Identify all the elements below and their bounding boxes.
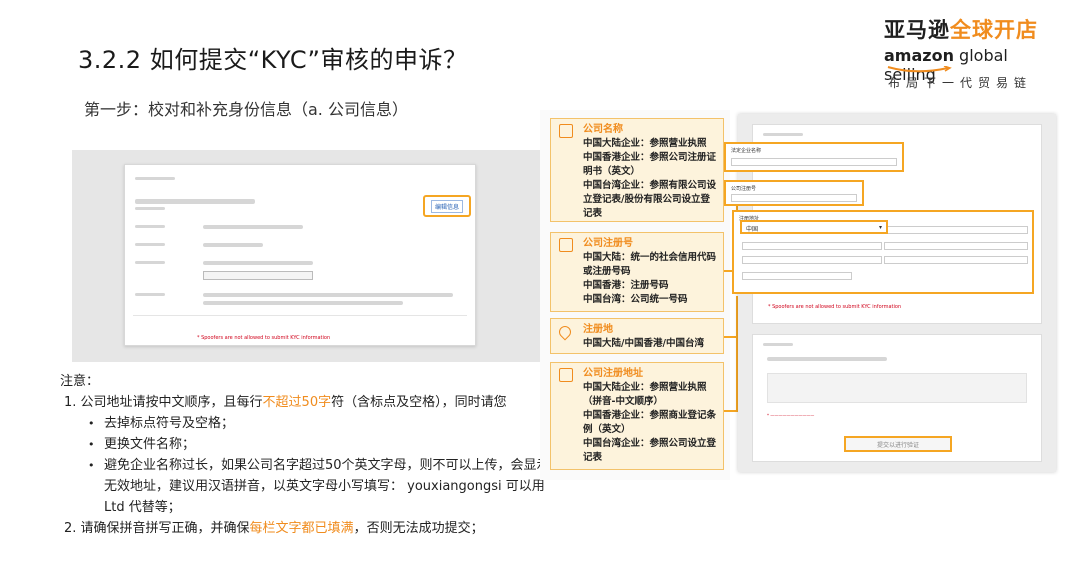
blurred-label [135,243,165,246]
note-2-prefix: 2. 请确保拼音拼写正确，并确保 [64,521,250,536]
company-name-label: 法定企业名称 [731,148,762,154]
document-icon [559,238,573,252]
logo-cn: 亚马逊全球开店 [884,14,1054,44]
note-2-highlight: 每栏文字都已填满 [249,521,354,536]
country-select-value: 中国 [746,226,759,233]
blurred-text [763,343,793,346]
callout-line: 中国香港企业：参照公司注册证明书（英文） [583,152,717,177]
blurred-text [135,177,175,180]
callout-panel: 公司名称 中国大陆企业：参照营业执照 中国香港企业：参照公司注册证明书（英文） … [540,110,730,480]
notes-section: 注意： 1. 公司地址请按中文顺序，且每行不超过50字符（含标点及空格），同时请… [60,371,550,539]
note-bullets: 去掉标点符号及空格； 更换文件名称； 避免企业名称过长，如果公司名字超过50个英… [60,413,550,518]
company-info-screenshot: * Spoofers are not allowed to submit KYC… [72,150,540,362]
submit-label: 提交以进行验证 [876,441,919,449]
edit-info-highlight[interactable]: 编辑信息 [423,195,471,217]
callout-title: 公司注册地址 [583,368,643,379]
callout-title: 注册地 [583,324,613,335]
reg-number-label: 公司注册号 [731,186,757,192]
company-name-input[interactable] [731,158,897,166]
amazon-smile-icon [887,66,952,73]
address-card-icon [559,368,573,382]
chevron-down-icon: ▾ [878,224,882,231]
blurred-label [135,225,165,228]
blurred-address [203,301,403,305]
blurred-value [203,225,303,229]
reg-number-input[interactable] [731,194,857,202]
callout-line: 中国大陆/中国香港/中国台湾 [583,338,704,349]
note-item-2: 2. 请确保拼音拼写正确，并确保每栏文字都已填满，否则无法成功提交； [60,518,550,539]
callout-title: 公司注册号 [583,238,633,249]
notes-heading: 注意： [60,374,100,389]
logo-cn-orange: 全球开店 [950,18,1038,42]
blurred-value [203,261,313,265]
callout-title: 公司名称 [583,124,623,135]
company-info-card: * Spoofers are not allowed to submit KYC… [124,164,476,346]
callout-line: 中国大陆企业：参照营业执照（拼音-中文顺序） [583,382,707,407]
callout-line: 中国台湾企业：参照公司设立登记表 [583,438,717,463]
address-line-input[interactable] [884,226,1028,234]
callout-line: 中国台湾：公司统一号码 [583,294,688,305]
callout-company-name: 公司名称 中国大陆企业：参照营业执照 中国香港企业：参照公司注册证明书（英文） … [550,118,724,222]
callout-line: 中国香港企业：参照商业登记条例（英文） [583,410,717,435]
submit-for-verification-button[interactable]: 提交以进行验证 [844,436,952,452]
warning-text: * ——————————— [767,413,815,418]
note-1-prefix: 1. 公司地址请按中文顺序，且每行 [64,395,263,410]
callout-reg-number: 公司注册号 中国大陆：统一的社会信用代码或注册号码 中国香港：注册号码 中国台湾… [550,232,724,312]
address-line-input[interactable] [742,272,852,280]
blurred-value [203,243,263,247]
note-1-highlight: 不超过50字 [262,395,332,410]
address-line-input[interactable] [742,242,882,250]
callout-line: 中国大陆：统一的社会信用代码或注册号码 [583,252,717,277]
blurred-text [763,133,803,136]
address-line-input[interactable] [884,256,1028,264]
checkbox-group [767,373,1027,403]
logo-en-bold: amazon [884,46,954,65]
slide-title: 3.2.2 如何提交“KYC”审核的申诉？ [78,46,468,74]
note-2-suffix: ，否则无法成功提交； [353,521,484,536]
address-line-input[interactable] [884,242,1028,250]
callout-reg-place: 注册地 中国大陆/中国香港/中国台湾 [550,318,724,354]
blurred-text [135,207,165,210]
blurred-company-name [135,199,255,204]
company-name-highlight[interactable]: 法定企业名称 [724,142,904,172]
note-bullet: 避免企业名称过长，如果公司名字超过50个英文字母，则不可以上传，会显示无效地址，… [88,455,550,518]
address-line-input[interactable] [742,256,882,264]
amazon-global-selling-logo: 亚马逊全球开店 amazon global selling 布局下一代贸易链 [884,14,1054,90]
callout-line: 中国香港：注册号码 [583,280,669,291]
callout-line: 中国大陆企业：参照营业执照 [583,138,707,149]
blurred-label [135,293,165,296]
location-pin-icon [556,323,574,341]
spoofer-warning: * Spoofers are not allowed to submit KYC… [768,304,902,310]
blurred-address [203,293,453,297]
logo-tagline: 布局下一代贸易链 [888,76,1033,90]
edit-info-button[interactable]: 编辑信息 [430,199,463,213]
blurred-label [135,261,165,264]
building-icon [559,124,573,138]
logo-cn-dark: 亚马逊 [884,18,950,42]
note-bullet: 去掉标点符号及空格； [88,413,550,434]
callout-line: 中国台湾企业：参照有限公司设立登记表/股份有限公司设立登记表 [583,180,717,219]
kyc-form-screenshot: * ——————————— 法定企业名称 公司注册号 注册地址 中国 ▾ * S… [724,114,1056,472]
spoofer-warning: * Spoofers are not allowed to submit KYC… [197,335,331,341]
annotated-form-area: 公司名称 中国大陆企业：参照营业执照 中国香港企业：参照公司注册证明书（英文） … [540,110,1070,480]
upload-button[interactable] [203,271,313,280]
blurred-text [767,357,887,361]
callout-reg-address: 公司注册地址 中国大陆企业：参照营业执照（拼音-中文顺序） 中国香港企业：参照商… [550,362,724,470]
note-bullet: 更换文件名称； [88,434,550,455]
country-select[interactable]: 中国 ▾ [740,220,888,234]
reg-number-highlight[interactable]: 公司注册号 [724,180,864,206]
note-1-suffix: 符（含标点及空格），同时请您 [331,395,507,410]
divider [133,315,467,316]
step-title: 第一步：校对和补充身份信息（a. 公司信息） [84,100,408,119]
note-item-1: 1. 公司地址请按中文顺序，且每行不超过50字符（含标点及空格），同时请您 [60,392,550,413]
